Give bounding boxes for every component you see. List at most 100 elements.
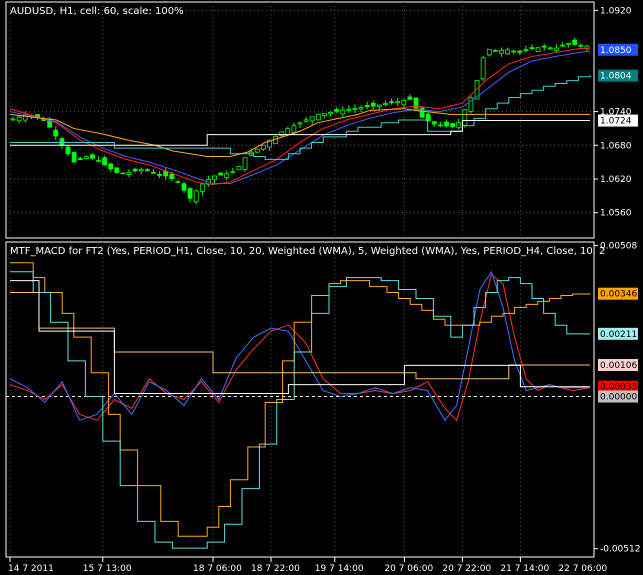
candle-body [462, 109, 468, 126]
candle-body [492, 50, 498, 52]
candle-body [157, 174, 162, 176]
candle-body [322, 112, 327, 117]
candle-body [505, 49, 510, 55]
value-tag-label: 1.0724 [600, 117, 632, 127]
x-tick-label: 22 7 06:00 [558, 564, 607, 574]
candle-body [138, 169, 144, 172]
candle-body [511, 50, 517, 53]
y-tick-label: 1.0620 [600, 175, 632, 185]
candle-body [554, 47, 559, 51]
candle-body [83, 156, 89, 160]
candle-body [352, 107, 358, 110]
candle-body [230, 171, 236, 174]
candle-body [541, 45, 547, 48]
candle-body [517, 50, 523, 53]
y-tick-label: 1.0680 [600, 141, 632, 151]
mt4-chart: 1.09201.07401.06801.06201.0560 1.08501.0… [0, 0, 643, 575]
candle-body [578, 45, 584, 47]
candle-body [572, 39, 578, 45]
candle-body [10, 118, 16, 121]
candle-body [370, 102, 376, 107]
candle-body [96, 160, 101, 162]
candle-body [334, 109, 340, 112]
y-tick-label: 1.0920 [600, 6, 632, 16]
candle-body [126, 171, 132, 175]
candle-body [212, 175, 217, 181]
candle-body [187, 188, 193, 199]
x-tick-label: 18 7 06:00 [193, 564, 242, 574]
candle-body [102, 157, 108, 166]
candle-body [254, 148, 260, 153]
candle-body [16, 116, 22, 122]
value-tag-label: 0.00106 [600, 361, 637, 371]
candle-body [260, 144, 266, 150]
candle-body [450, 123, 456, 128]
candle-body [456, 122, 462, 128]
macd-panel-title: MTF_MACD for FT2 (Yes, PERIOD_H1, Close,… [10, 246, 605, 257]
candle-body [431, 121, 437, 125]
x-tick-label: 20 7 22:00 [442, 564, 491, 574]
candle-body [59, 138, 65, 146]
candle-body [303, 119, 309, 122]
candle-body [401, 100, 407, 106]
candle-body [584, 45, 590, 49]
candle-body [242, 157, 248, 170]
candle-body [389, 101, 394, 104]
candle-body [407, 96, 413, 100]
candle-body [529, 47, 535, 50]
candle-body [395, 101, 401, 104]
candle-body [560, 44, 565, 47]
value-tag-label: 0.00346 [600, 290, 637, 300]
x-tick-label: 19 7 14:00 [315, 564, 364, 574]
candle-body [309, 116, 315, 122]
candle-body [175, 181, 181, 184]
candle-body [438, 124, 443, 127]
value-tag-label: 0.00211 [600, 330, 637, 340]
candle-body [340, 109, 346, 115]
candle-body [132, 168, 138, 172]
candle-body [53, 129, 59, 137]
candle-body [291, 125, 297, 133]
candle-body [151, 171, 156, 174]
candle-body [535, 47, 541, 52]
candle-body [65, 146, 71, 155]
candle-body [285, 128, 291, 136]
candle-body [144, 169, 150, 172]
y-tick-label: 1.0560 [600, 209, 632, 219]
candle-body [486, 48, 492, 56]
value-tag-label: 0.00000 [600, 393, 637, 403]
candle-body [71, 152, 77, 163]
candle-body [120, 172, 126, 175]
candle-body [376, 104, 382, 107]
candle-body [523, 49, 529, 52]
y-tick-label: -0.00512 [600, 545, 640, 555]
candle-body [236, 166, 242, 170]
candle-body [413, 97, 419, 109]
candle-body [328, 111, 333, 115]
candle-body [218, 172, 224, 176]
x-tick-label: 21 7 14:00 [500, 564, 549, 574]
x-tick-label: 14 7 2011 [8, 564, 54, 574]
y-tick-label: 0.00508 [600, 242, 637, 252]
candle-body [181, 183, 187, 191]
candle-body [383, 103, 388, 106]
candle-body [224, 173, 230, 178]
candle-body [297, 122, 303, 125]
candle-body [114, 167, 120, 173]
candle-body [499, 50, 504, 54]
value-tag-label: 1.0804 [600, 72, 632, 82]
candle-body [315, 113, 321, 121]
candle-body [444, 121, 449, 127]
candle-body [193, 190, 199, 203]
x-tick-label: 20 7 06:00 [384, 564, 433, 574]
candle-body [77, 158, 83, 160]
value-tag-label: 1.0850 [600, 46, 632, 56]
candle-body [108, 163, 114, 170]
price-panel-title: AUDUSD, H1, cell: 60, scale: 100% [10, 6, 184, 17]
x-tick-label: 18 7 22:00 [251, 564, 300, 574]
candle-body [169, 173, 175, 180]
candle-body [199, 183, 205, 192]
candle-body [480, 57, 486, 80]
candle-body [346, 108, 352, 111]
candle-body [358, 107, 364, 110]
